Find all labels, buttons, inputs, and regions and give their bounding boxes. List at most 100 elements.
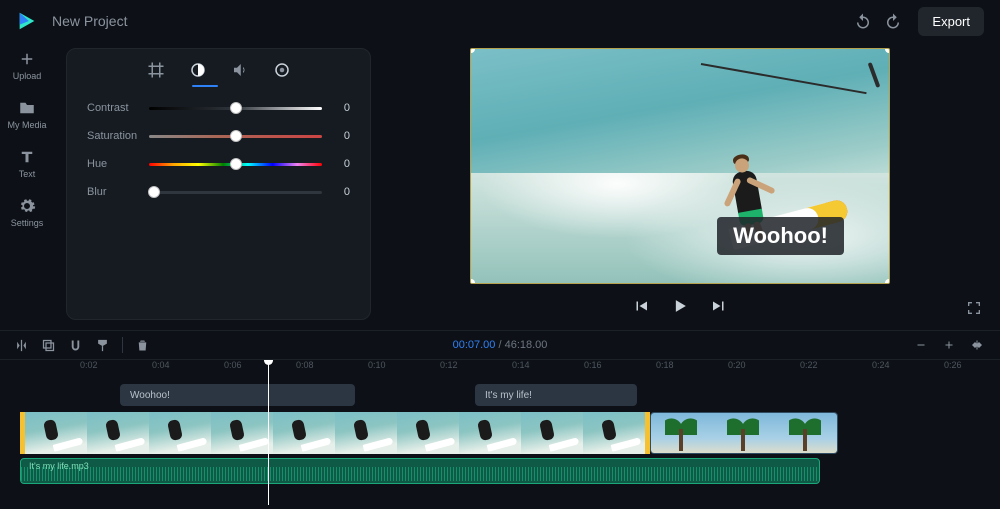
video-thumb [149,412,211,454]
adjust-panel: Contrast 0 Saturation 0 Hue 0 Blur 0 [66,48,371,320]
timeline[interactable]: 0:020:040:060:080:100:120:140:160:180:20… [0,360,1000,509]
folder-icon [18,99,36,117]
text-clip[interactable]: It's my life! [475,384,637,406]
ruler-tick: 0:04 [152,360,170,370]
video-thumb [273,412,335,454]
video-thumb [211,412,273,454]
video-clip-2[interactable] [650,412,838,454]
text-clip[interactable]: Woohoo! [120,384,355,406]
resize-handle-bl[interactable] [470,279,475,284]
blur-value: 0 [330,186,350,198]
timeline-ruler[interactable]: 0:020:040:060:080:100:120:140:160:180:20… [20,360,1000,378]
video-thumb [713,413,775,454]
ruler-tick: 0:20 [728,360,746,370]
ruler-tick: 0:24 [872,360,890,370]
adjust-tab-icon[interactable] [189,61,207,79]
rail-label: Settings [11,218,44,228]
video-thumb [775,413,837,454]
zoom-in-button[interactable] [940,336,958,354]
duplicate-icon[interactable] [41,338,56,353]
gear-icon [18,197,36,215]
contrast-knob[interactable] [230,102,242,114]
rail-upload[interactable]: Upload [13,50,42,81]
text-track[interactable]: Woohoo! It's my life! [20,384,980,406]
kite-line-graphic [701,63,867,94]
saturation-knob[interactable] [230,130,242,142]
resize-handle-tr[interactable] [885,48,890,53]
next-frame-button[interactable] [710,297,728,318]
kite-bar-graphic [868,62,881,88]
rail-label: Text [19,169,36,179]
video-thumb [651,413,713,454]
video-thumb [459,412,521,454]
hue-slider[interactable]: Hue 0 [87,155,350,173]
delete-icon[interactable] [135,338,150,353]
contrast-value: 0 [330,102,350,114]
export-button[interactable]: Export [918,7,984,36]
ruler-tick: 0:18 [656,360,674,370]
blur-label: Blur [87,186,149,198]
current-time: 00:07.00 [453,339,496,351]
video-thumb [87,412,149,454]
skip-back-icon [632,297,650,315]
undo-icon[interactable] [854,12,872,30]
marker-icon[interactable] [95,338,110,353]
video-track[interactable] [20,412,980,454]
video-thumb [583,412,645,454]
video-thumb [397,412,459,454]
saturation-label: Saturation [87,130,149,142]
ruler-tick: 0:12 [440,360,458,370]
video-clip-1[interactable] [20,412,650,454]
rail-settings[interactable]: Settings [11,197,44,228]
preview-canvas[interactable]: Woohoo! [470,48,890,284]
project-title[interactable]: New Project [52,13,127,29]
resize-handle-br[interactable] [885,279,890,284]
split-icon[interactable] [14,338,29,353]
resize-handle-tl[interactable] [470,48,475,53]
audio-clip-filename: It's my life.mp3 [29,461,89,471]
video-thumb [25,412,87,454]
fullscreen-icon [966,300,982,316]
audio-track[interactable]: It's my life.mp3 [20,458,980,484]
total-time: 46:18.00 [505,339,548,351]
video-thumb [521,412,583,454]
saturation-slider[interactable]: Saturation 0 [87,127,350,145]
plus-small-icon [943,339,955,351]
contrast-label: Contrast [87,102,149,114]
fullscreen-button[interactable] [966,300,982,319]
ruler-tick: 0:16 [584,360,602,370]
crop-tab-icon[interactable] [147,61,165,79]
prev-frame-button[interactable] [632,297,650,318]
hue-value: 0 [330,158,350,170]
audio-clip[interactable]: It's my life.mp3 [20,458,820,484]
ruler-tick: 0:22 [800,360,818,370]
app-logo-icon [16,10,38,32]
rail-text[interactable]: Text [18,148,36,179]
fit-icon [971,339,983,351]
blur-knob[interactable] [148,186,160,198]
redo-icon[interactable] [884,12,902,30]
blur-slider[interactable]: Blur 0 [87,183,350,201]
audio-tab-icon[interactable] [231,61,249,79]
playhead[interactable] [268,360,269,505]
snap-icon[interactable] [68,338,83,353]
ruler-tick: 0:06 [224,360,242,370]
ruler-tick: 0:26 [944,360,962,370]
skip-forward-icon [710,297,728,315]
rail-my-media[interactable]: My Media [7,99,46,130]
text-icon [18,148,36,166]
audio-waveform [21,467,819,481]
rail-label: My Media [7,120,46,130]
hue-knob[interactable] [230,158,242,170]
caption-overlay[interactable]: Woohoo! [717,217,844,255]
plus-icon [18,50,36,68]
effects-tab-icon[interactable] [273,61,291,79]
zoom-out-button[interactable] [912,336,930,354]
tab-active-indicator [192,85,218,87]
play-icon [670,296,690,316]
zoom-fit-button[interactable] [968,336,986,354]
contrast-slider[interactable]: Contrast 0 [87,99,350,117]
minus-icon [915,339,927,351]
play-button[interactable] [670,296,690,319]
ruler-tick: 0:14 [512,360,530,370]
